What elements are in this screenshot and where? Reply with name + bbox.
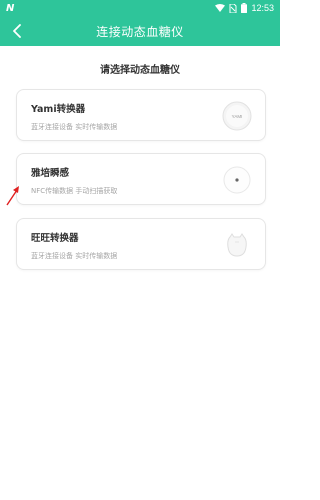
chevron-left-icon xyxy=(13,24,21,38)
app-logo-icon: N xyxy=(6,2,15,14)
status-bar: N 12:53 xyxy=(0,0,280,16)
device-card-wangwang[interactable]: 旺旺转换器 蓝牙连接设备 实时传输数据 xyxy=(16,218,266,270)
device-name: 旺旺转换器 xyxy=(31,233,79,244)
status-left: N xyxy=(6,3,14,14)
no-sim-icon xyxy=(229,3,237,13)
nav-bar: 连接动态血糖仪 xyxy=(0,16,280,46)
wifi-icon xyxy=(215,4,226,12)
status-time: 12:53 xyxy=(251,3,274,13)
abbott-sensor-image xyxy=(221,164,253,196)
battery-icon xyxy=(241,3,248,13)
device-desc: NFC传输数据 手动扫描获取 xyxy=(31,187,118,195)
page-title: 连接动态血糖仪 xyxy=(96,24,184,39)
device-name: 雅培瞬感 xyxy=(31,168,70,179)
device-desc: 蓝牙连接设备 实时传输数据 xyxy=(31,123,118,131)
yami-converter-image: YAMI xyxy=(221,100,253,132)
back-button[interactable] xyxy=(8,22,26,40)
wangwang-converter-image xyxy=(221,229,253,261)
device-card-yami[interactable]: Yami转换器 蓝牙连接设备 实时传输数据 YAMI xyxy=(16,89,266,141)
device-card-abbott[interactable]: 雅培瞬感 NFC传输数据 手动扫描获取 xyxy=(16,153,266,205)
yami-image-label: YAMI xyxy=(232,114,243,119)
status-right: 12:53 xyxy=(215,3,274,13)
device-desc: 蓝牙连接设备 实时传输数据 xyxy=(31,252,118,260)
device-name: Yami转换器 xyxy=(31,104,86,115)
section-title: 请选择动态血糖仪 xyxy=(100,65,180,76)
